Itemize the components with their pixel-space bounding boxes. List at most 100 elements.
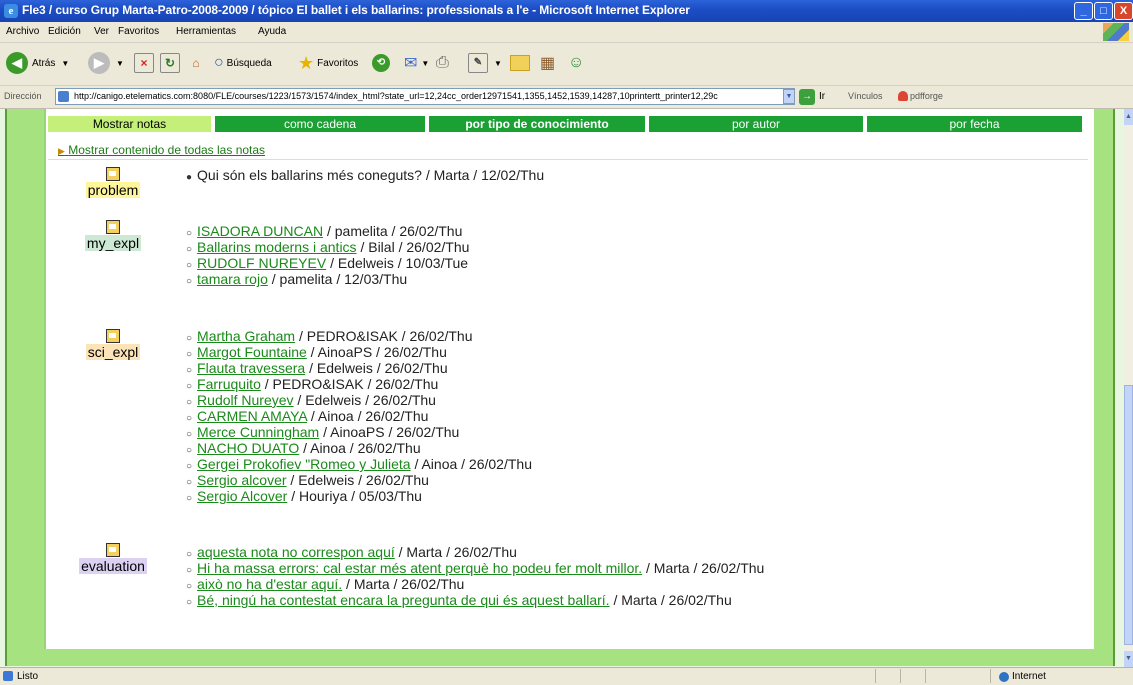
note-link[interactable]: Bé, ningú ha contestat encara la pregunt… — [197, 592, 610, 608]
tab-por-autor[interactable]: por autor — [649, 116, 863, 132]
tab-por-tipo[interactable]: por tipo de conocimiento — [429, 116, 645, 132]
note-link[interactable]: RUDOLF NUREYEV — [197, 255, 326, 271]
home-icon: ⌂ — [192, 56, 200, 70]
group-label-sci-expl: sci_expl — [73, 329, 153, 360]
chevron-down-icon: ▼ — [61, 58, 70, 68]
bullet-icon: ○ — [186, 365, 193, 376]
triangle-right-icon: ▶ — [58, 146, 65, 156]
note-item: ○ Sergio Alcover / Houriya / 05/03/Thu — [186, 488, 422, 504]
search-icon: ○ — [214, 54, 224, 71]
note-type-icon — [106, 543, 120, 557]
bullet-icon: ○ — [186, 549, 193, 560]
mail-button[interactable]: ✉ ▼ — [404, 51, 429, 75]
note-link[interactable]: Martha Graham — [197, 328, 295, 344]
status-divider — [875, 669, 876, 683]
back-button[interactable]: ◀ Atrás ▼ — [6, 51, 69, 75]
search-button[interactable]: ○ Búsqueda — [214, 51, 272, 75]
favorites-button[interactable]: ★ Favoritos — [298, 51, 358, 75]
note-type-icon — [106, 167, 120, 181]
toolbar: ◀ Atrás ▼ ▶ ▼ × ↻ ⌂ ○ Búsqueda ★ Favorit… — [0, 43, 1133, 86]
maximize-button[interactable]: □ — [1094, 2, 1113, 20]
status-divider — [990, 669, 991, 683]
history-icon: ⟲ — [372, 54, 390, 72]
print-button[interactable]: ⎙ — [436, 51, 449, 75]
status-text: Listo — [17, 671, 39, 682]
research-button[interactable]: ▦ — [540, 51, 555, 75]
note-link[interactable]: CARMEN AMAYA — [197, 408, 307, 424]
links-button[interactable]: Vínculos — [848, 91, 883, 101]
research-icon: ▦ — [540, 55, 556, 72]
internet-zone-icon — [999, 672, 1009, 682]
menu-edicion[interactable]: Edición — [48, 26, 81, 37]
forward-button[interactable]: ▶ ▼ — [88, 51, 124, 75]
folder-button[interactable] — [510, 51, 530, 75]
note-link[interactable]: aquesta nota no correspon aquí — [197, 544, 395, 560]
minimize-button[interactable]: _ — [1074, 2, 1093, 20]
address-dropdown-button[interactable]: ▼ — [783, 89, 795, 104]
show-all-notes-link[interactable]: ▶ Mostrar contenido de todas las notas — [58, 143, 265, 157]
star-icon: ★ — [298, 52, 315, 73]
note-link[interactable]: Sergio Alcover — [197, 488, 287, 504]
favorites-label: Favoritos — [317, 57, 359, 69]
search-label: Búsqueda — [226, 57, 272, 69]
address-bar: Dirección http://canigo.etelematics.com:… — [0, 86, 1133, 109]
go-label[interactable]: Ir — [819, 91, 825, 102]
note-link[interactable]: Ballarins moderns i antics — [197, 239, 357, 255]
windows-logo-icon — [1103, 23, 1129, 41]
menu-herramientas[interactable]: Herramientas — [176, 26, 236, 37]
bullet-icon: ○ — [186, 244, 193, 255]
menu-ver[interactable]: Ver — [94, 26, 109, 37]
messenger-button[interactable]: ☺ — [568, 51, 584, 75]
menu-ayuda[interactable]: Ayuda — [258, 26, 286, 37]
go-button[interactable]: → — [799, 89, 815, 105]
note-link[interactable]: NACHO DUATO — [197, 440, 299, 456]
mail-icon: ✉ — [404, 55, 418, 72]
title-bar: e Fle3 / curso Grup Marta-Patro-2008-200… — [0, 0, 1133, 22]
back-arrow-icon: ◀ — [6, 52, 28, 74]
note-link[interactable]: Gergei Prokofiev "Romeo y Julieta — [197, 456, 411, 472]
note-link[interactable]: Hi ha massa errors: cal estar més atent … — [197, 560, 642, 576]
history-button[interactable]: ⟲ — [372, 51, 390, 75]
vertical-scrollbar[interactable]: ▲ ▼ — [1124, 109, 1133, 667]
messenger-icon: ☺ — [568, 54, 585, 71]
scroll-up-button[interactable]: ▲ — [1124, 109, 1133, 125]
tab-mostrar-notas[interactable]: Mostrar notas — [48, 116, 211, 132]
bullet-icon: ● — [186, 172, 193, 183]
note-item: ○ Bé, ningú ha contestat encara la pregun… — [186, 592, 732, 608]
page-status-icon — [3, 671, 13, 681]
scroll-down-button[interactable]: ▼ — [1124, 651, 1133, 667]
home-button[interactable]: ⌂ — [186, 51, 206, 75]
divider — [48, 159, 1088, 160]
bullet-icon: ○ — [186, 445, 193, 456]
menu-favoritos[interactable]: Favoritos — [118, 26, 159, 37]
note-link[interactable]: Rudolf Nureyev — [197, 392, 294, 408]
stop-button[interactable]: × — [134, 51, 154, 75]
refresh-button[interactable]: ↻ — [160, 51, 180, 75]
bullet-icon: ○ — [186, 461, 193, 472]
page-viewport: Mostrar notas como cadena por tipo de co… — [0, 109, 1124, 667]
note-link[interactable]: tamara rojo — [197, 271, 268, 287]
bullet-icon: ○ — [186, 565, 193, 576]
group-label-evaluation: evaluation — [68, 543, 158, 574]
note-link[interactable]: això no ha d'estar aquí. — [197, 576, 342, 592]
note-link[interactable]: Margot Fountaine — [197, 344, 307, 360]
address-input[interactable]: http://canigo.etelematics.com:8080/FLE/c… — [55, 88, 795, 105]
bullet-icon: ○ — [186, 429, 193, 440]
tab-por-fecha[interactable]: por fecha — [867, 116, 1082, 132]
menu-bar: Archivo Edición Ver Favoritos Herramient… — [0, 22, 1133, 43]
close-button[interactable]: X — [1114, 2, 1133, 20]
note-link[interactable]: Merce Cunningham — [197, 424, 319, 440]
note-link[interactable]: Flauta travessera — [197, 360, 305, 376]
status-divider — [900, 669, 901, 683]
edit-button[interactable]: ✎ ▼ — [468, 51, 502, 75]
refresh-icon: ↻ — [160, 53, 180, 73]
bullet-icon: ○ — [186, 581, 193, 592]
tab-como-cadena[interactable]: como cadena — [215, 116, 425, 132]
note-link[interactable]: Farruquito — [197, 376, 261, 392]
pdfforge-link[interactable]: pdfforge — [910, 91, 943, 101]
scroll-thumb[interactable] — [1124, 385, 1133, 645]
note-link[interactable]: Sergio alcover — [197, 472, 287, 488]
note-link[interactable]: ISADORA DUNCAN — [197, 223, 323, 239]
bullet-icon: ○ — [186, 597, 193, 608]
menu-archivo[interactable]: Archivo — [6, 26, 39, 37]
